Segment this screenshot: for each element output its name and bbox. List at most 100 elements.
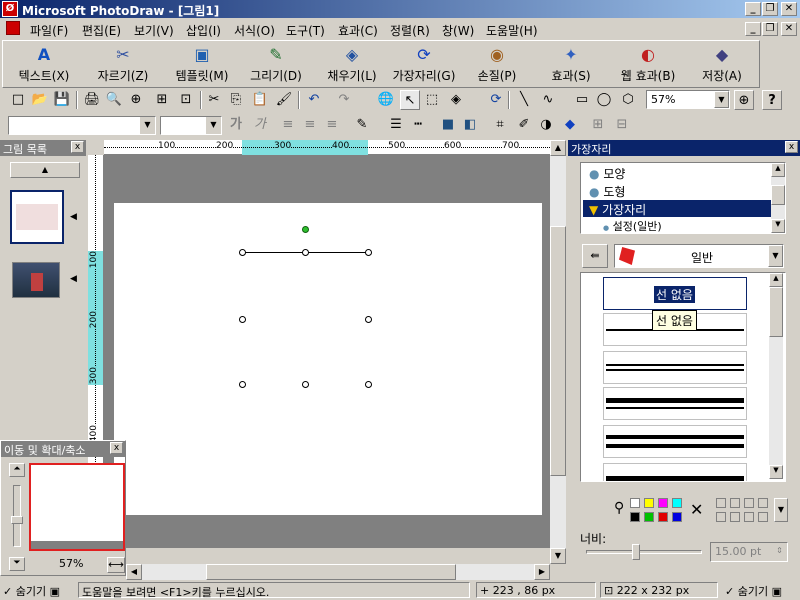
close-icon[interactable]: x [71, 141, 84, 153]
style-select[interactable]: 일반 ▼ [614, 244, 784, 268]
digital-camera-icon[interactable]: ⊡ [176, 90, 196, 110]
list-item[interactable]: ● 모양 [589, 165, 625, 182]
scroll-up-icon[interactable]: ▲ [771, 163, 785, 177]
swatch-green[interactable] [644, 512, 654, 522]
fit-icon[interactable]: ⟷ [107, 557, 125, 573]
zoom-slider-track[interactable] [11, 485, 23, 547]
document-icon[interactable] [6, 21, 20, 35]
swatch-blue[interactable] [672, 512, 682, 522]
save-button[interactable]: ◆ 저장(A) [691, 41, 753, 87]
chevron-down-icon[interactable]: ▼ [714, 91, 729, 108]
selection-handle[interactable] [239, 381, 246, 388]
rotation-handle[interactable] [302, 226, 309, 233]
undo-icon[interactable]: ↶ [304, 90, 324, 110]
swatch-red[interactable] [658, 512, 668, 522]
zoom-icon[interactable]: ⊕ [734, 90, 754, 110]
new-icon[interactable]: □ [8, 90, 28, 110]
picture-thumbnail-1[interactable] [10, 190, 64, 244]
menu-edit[interactable]: 편집(E) [82, 22, 121, 39]
line-color-icon[interactable]: ✎ [352, 115, 372, 135]
3d-icon[interactable]: ◧ [460, 115, 480, 135]
region-select-icon[interactable]: ⬚ [422, 90, 442, 110]
line-option-thick[interactable] [603, 387, 747, 420]
swatch-yellow[interactable] [644, 498, 654, 508]
line-option-none[interactable]: 선 없음 [603, 277, 747, 310]
menu-arrange[interactable]: 정렬(R) [390, 22, 430, 39]
scrollbar-thumb[interactable] [550, 226, 566, 476]
fill-icon[interactable]: ◈ [446, 90, 466, 110]
picture-thumbnail-2[interactable] [12, 262, 60, 298]
brightness-icon[interactable]: ◑ [536, 115, 556, 135]
camera-icon[interactable]: ⊞ [152, 90, 172, 110]
menu-view[interactable]: 보기(V) [134, 22, 174, 39]
width-slider-track[interactable] [586, 550, 702, 554]
italic-icon[interactable]: 가 [250, 115, 270, 135]
ungroup-icon[interactable]: ⊟ [612, 115, 632, 135]
effects-button[interactable]: ✦ 효과(S) [543, 41, 599, 87]
font-select[interactable]: ▼ [8, 116, 156, 135]
swatch-custom[interactable] [730, 512, 740, 522]
align-center-icon[interactable]: ≡ [300, 115, 320, 135]
menu-file[interactable]: 파일(F) [30, 22, 68, 39]
selection-handle[interactable] [365, 381, 372, 388]
swatch-custom[interactable] [730, 498, 740, 508]
drawing-page[interactable] [114, 203, 542, 515]
swatch-custom[interactable] [716, 512, 726, 522]
list-item-selected[interactable]: ▼ 가장자리 [589, 201, 646, 218]
zoom-in-icon[interactable]: ⏶ [9, 463, 25, 477]
swatch-custom[interactable] [744, 498, 754, 508]
back-icon[interactable]: ⇚ [582, 244, 608, 268]
pointer-icon[interactable]: ↖ [400, 90, 420, 110]
scrollbar-thumb[interactable] [206, 564, 456, 580]
menu-window[interactable]: 창(W) [442, 22, 474, 39]
selection-handle[interactable] [239, 249, 246, 256]
font-size-select[interactable]: ▼ [160, 116, 222, 135]
hide-left-button[interactable]: ✓ 숨기기 ▣ [0, 582, 78, 598]
selection-handle[interactable] [239, 316, 246, 323]
more-colors-icon[interactable]: ▼ [774, 498, 788, 522]
scroll-down-icon[interactable]: ▼ [550, 548, 566, 564]
autoshape-icon[interactable]: ⬡ [618, 90, 638, 110]
menu-insert[interactable]: 삽입(I) [186, 22, 221, 39]
minimize-button[interactable]: _ [745, 2, 761, 16]
list-item[interactable]: ● 설정(일반) [603, 218, 662, 234]
zoom-select[interactable]: 57% ▼ [646, 90, 730, 109]
outline-button[interactable]: ⟳ 가장자리(G) [387, 41, 461, 87]
save-icon[interactable]: 💾 [52, 90, 72, 110]
list-item[interactable]: ● 도형 [589, 183, 625, 200]
scrollbar-thumb[interactable] [771, 185, 785, 205]
web-effects-button[interactable]: ◐ 웹 효과(B) [611, 41, 685, 87]
format-painter-icon[interactable]: 🖌 [274, 90, 294, 110]
scroll-up-icon[interactable]: ▲ [769, 273, 783, 287]
menu-effects[interactable]: 효과(C) [338, 22, 378, 39]
close-button[interactable]: ✕ [781, 2, 797, 16]
menu-tools[interactable]: 도구(T) [286, 22, 325, 39]
close-icon[interactable]: x [785, 141, 798, 153]
print-preview-icon[interactable]: 🔍 [104, 90, 124, 110]
category-list[interactable]: ● 모양 ● 도형 ▼ 가장자리 ● 설정(일반) ▲ ▼ [580, 162, 786, 234]
fill-button[interactable]: ◈ 채우기(L) [317, 41, 387, 87]
swatch-custom[interactable] [716, 498, 726, 508]
template-button[interactable]: ▣ 템플릿(M) [165, 41, 239, 87]
help-icon[interactable]: ? [762, 90, 782, 110]
selection-handle[interactable] [302, 249, 309, 256]
scroll-up-button[interactable]: ▲ [10, 162, 80, 178]
zoom-out-icon[interactable]: ⏷ [9, 557, 25, 571]
width-input[interactable]: 15.00 pt ⇕ [710, 542, 788, 562]
close-icon[interactable]: x [110, 442, 123, 454]
chevron-down-icon[interactable]: ▼ [768, 245, 783, 267]
zoom-slider-thumb[interactable] [11, 516, 23, 524]
line-weight-icon[interactable]: ☰ [386, 115, 406, 135]
copy-icon[interactable]: ⎘ [226, 90, 246, 110]
bold-icon[interactable]: 가 [226, 115, 246, 135]
cut-icon[interactable]: ✂ [204, 90, 224, 110]
redo-icon[interactable]: ↷ [334, 90, 354, 110]
swatch-magenta[interactable] [658, 498, 668, 508]
swatch-cyan[interactable] [672, 498, 682, 508]
eyedropper-icon[interactable]: ✐ [514, 115, 534, 135]
line-option-double-thick[interactable] [603, 425, 747, 458]
doc-close-button[interactable]: ✕ [781, 22, 797, 36]
spin-icon[interactable]: ⇕ [772, 543, 787, 561]
thumbnail-arrow-icon[interactable]: ◀ [70, 212, 77, 222]
scroll-left-icon[interactable]: ◀ [126, 564, 142, 580]
